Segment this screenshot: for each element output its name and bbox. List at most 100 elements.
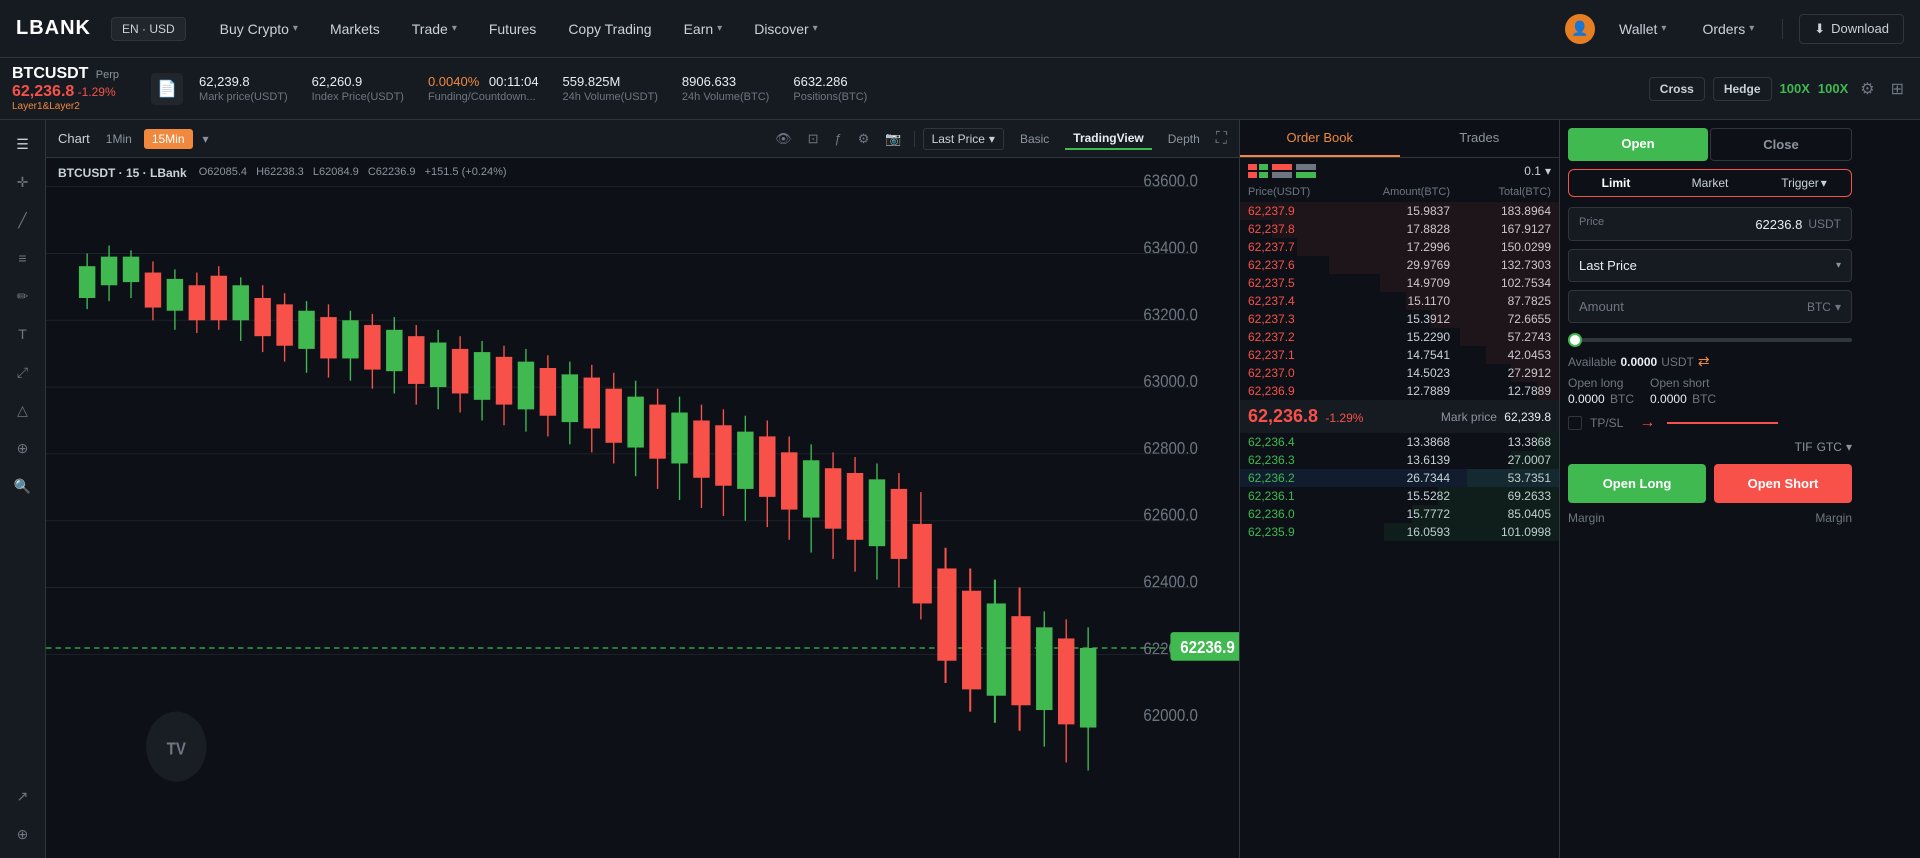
last-price-dropdown-field[interactable]: Last Price ▾ bbox=[1568, 249, 1852, 282]
expand-icon[interactable]: ⛶ bbox=[1216, 130, 1227, 148]
ob-precision-selector[interactable]: 0.1 ▾ bbox=[1524, 164, 1551, 178]
funding-label: Funding/Countdown... bbox=[428, 91, 539, 103]
svg-text:63000.0: 63000.0 bbox=[1143, 372, 1198, 391]
nav-buy-crypto[interactable]: Buy Crypto ▾ bbox=[206, 13, 312, 45]
open-positions-info: Open long 0.0000 BTC Open short 0.0000 B… bbox=[1568, 376, 1852, 406]
nav-discover[interactable]: Discover ▾ bbox=[740, 13, 832, 45]
tf-15min[interactable]: 15Min bbox=[144, 129, 193, 149]
order-tab-trigger[interactable]: Trigger ▾ bbox=[1757, 170, 1851, 196]
ob-sell-row[interactable]: 62,237.4 15.1170 87.7825 bbox=[1240, 292, 1559, 310]
text-icon[interactable]: T bbox=[7, 318, 39, 350]
order-tab-market[interactable]: Market bbox=[1663, 170, 1757, 196]
docs-icon[interactable]: 📄 bbox=[151, 73, 183, 105]
measure-icon[interactable]: ⤢ bbox=[7, 356, 39, 388]
last-price-dropdown[interactable]: Last Price ▾ bbox=[923, 128, 1004, 150]
download-button[interactable]: ⬇ Download bbox=[1799, 14, 1904, 44]
tab-close[interactable]: Close bbox=[1710, 128, 1852, 161]
nav-futures[interactable]: Futures bbox=[475, 13, 550, 45]
nav-markets[interactable]: Markets bbox=[316, 13, 394, 45]
amount-unit-selector[interactable]: BTC ▾ bbox=[1807, 300, 1841, 314]
eye-icon[interactable]: 👁 bbox=[771, 129, 796, 149]
compare-icon[interactable]: ⊡ bbox=[804, 129, 823, 149]
ob-sell-row[interactable]: 62,237.7 17.2996 150.0299 bbox=[1240, 238, 1559, 256]
ob-sell-row[interactable]: 62,237.5 14.9709 102.7534 bbox=[1240, 274, 1559, 292]
nav-earn[interactable]: Earn ▾ bbox=[670, 13, 737, 45]
tab-trades[interactable]: Trades bbox=[1400, 120, 1560, 157]
settings-icon[interactable]: ⚙ bbox=[854, 129, 874, 149]
shapes-icon[interactable]: △ bbox=[7, 394, 39, 426]
ob-both-icon[interactable] bbox=[1248, 164, 1268, 178]
amount-field[interactable]: Amount BTC ▾ bbox=[1568, 290, 1852, 323]
header-right: 👤 Wallet ▾ Orders ▾ ⬇ Download bbox=[1565, 14, 1904, 44]
settings-icon[interactable]: ⚙ bbox=[1856, 75, 1878, 103]
leverage-1-button[interactable]: 100X bbox=[1780, 81, 1810, 96]
ob-sell-row[interactable]: 62,237.6 29.9769 132.7303 bbox=[1240, 256, 1559, 274]
tab-orderbook[interactable]: Order Book bbox=[1240, 120, 1400, 157]
chart-content: BTCUSDT · 15 · LBank O62085.4 H62238.3 L… bbox=[46, 158, 1239, 858]
svg-text:63400.0: 63400.0 bbox=[1143, 238, 1198, 257]
tab-open[interactable]: Open bbox=[1568, 128, 1708, 161]
cross-button[interactable]: Cross bbox=[1649, 77, 1705, 101]
price-unit: USDT bbox=[1808, 217, 1841, 231]
indicators-icon[interactable]: ↗ bbox=[7, 780, 39, 812]
ob-sell-row[interactable]: 62,237.0 14.5023 27.2912 bbox=[1240, 364, 1559, 382]
pencil-icon[interactable]: ✏ bbox=[7, 280, 39, 312]
ob-sell-row[interactable]: 62,237.8 17.8828 167.9127 bbox=[1240, 220, 1559, 238]
tpsl-label: TP/SL bbox=[1590, 416, 1623, 430]
view-basic-btn[interactable]: Basic bbox=[1012, 129, 1057, 149]
open-long-button[interactable]: Open Long bbox=[1568, 464, 1706, 503]
price-value: 62236.8 bbox=[1755, 217, 1802, 232]
ob-buy-row[interactable]: 62,236.4 13.3868 13.3868 bbox=[1240, 433, 1559, 451]
ob-buy-row[interactable]: 62,236.2 26.7344 53.7351 bbox=[1240, 469, 1559, 487]
layout-icon[interactable]: ⊞ bbox=[1887, 75, 1908, 103]
available-balance: Available 0.0000 USDT ⇄ bbox=[1568, 353, 1852, 370]
tf-1min[interactable]: 1Min bbox=[98, 129, 140, 149]
positions-label: Positions(BTC) bbox=[793, 91, 867, 103]
logo: LBANK bbox=[16, 17, 91, 40]
vol-btc-value: 8906.633 bbox=[682, 74, 769, 89]
price-field[interactable]: Price 62236.8 USDT bbox=[1568, 207, 1852, 241]
chart-header: Chart 1Min 15Min ▾ 👁 ⊡ ƒ ⚙ 📷 Last Price … bbox=[46, 120, 1239, 158]
view-tradingview-btn[interactable]: TradingView bbox=[1065, 128, 1151, 150]
ob-sell-row[interactable]: 62,237.9 15.9837 183.8964 bbox=[1240, 202, 1559, 220]
orders-button[interactable]: Orders ▾ bbox=[1690, 15, 1766, 43]
camera-icon[interactable]: 📷 bbox=[881, 129, 905, 149]
amount-slider[interactable] bbox=[1568, 338, 1852, 342]
nav-trade[interactable]: Trade ▾ bbox=[398, 13, 471, 45]
chevron-down-icon[interactable]: ▾ bbox=[1846, 440, 1852, 454]
zoom-out-icon[interactable]: ⊕ bbox=[7, 818, 39, 850]
ob-sell-row[interactable]: 62,237.2 15.2290 57.2743 bbox=[1240, 328, 1559, 346]
ob-sell-icon[interactable] bbox=[1272, 164, 1292, 178]
tf-more-dropdown[interactable]: ▾ bbox=[197, 129, 215, 149]
user-avatar-btn[interactable]: 👤 bbox=[1565, 14, 1595, 44]
wallet-button[interactable]: Wallet ▾ bbox=[1607, 15, 1678, 43]
zoom-in-icon[interactable]: 🔍 bbox=[7, 470, 39, 502]
vol-btc-label: 24h Volume(BTC) bbox=[682, 91, 769, 103]
ob-sell-rows: 62,237.9 15.9837 183.8964 62,237.8 17.88… bbox=[1240, 202, 1559, 858]
menu-icon[interactable]: ☰ bbox=[7, 128, 39, 160]
open-short-button[interactable]: Open Short bbox=[1714, 464, 1852, 503]
ob-sell-row[interactable]: 62,236.9 12.7889 12.7889 bbox=[1240, 382, 1559, 400]
leverage-2-button[interactable]: 100X bbox=[1818, 81, 1848, 96]
ob-buy-row[interactable]: 62,236.0 15.7772 85.0405 bbox=[1240, 505, 1559, 523]
tpsl-checkbox[interactable] bbox=[1568, 416, 1582, 430]
nav-copy-trading[interactable]: Copy Trading bbox=[554, 13, 665, 45]
order-tab-limit[interactable]: Limit bbox=[1569, 170, 1663, 196]
ticker-type: Perp bbox=[96, 69, 119, 81]
price-field-group: Price 62236.8 USDT bbox=[1568, 207, 1852, 241]
horizontal-line-icon[interactable]: ≡ bbox=[7, 242, 39, 274]
ob-sell-row[interactable]: 62,237.1 14.7541 42.0453 bbox=[1240, 346, 1559, 364]
patterns-icon[interactable]: ⊕ bbox=[7, 432, 39, 464]
ob-sell-row[interactable]: 62,237.3 15.3912 72.6655 bbox=[1240, 310, 1559, 328]
ob-buy-row[interactable]: 62,235.9 16.0593 101.0998 bbox=[1240, 523, 1559, 541]
language-selector[interactable]: EN · USD bbox=[111, 17, 186, 41]
view-depth-btn[interactable]: Depth bbox=[1160, 129, 1208, 149]
hedge-button[interactable]: Hedge bbox=[1713, 77, 1772, 101]
formula-icon[interactable]: ƒ bbox=[830, 129, 845, 148]
ob-buy-row[interactable]: 62,236.1 15.5282 69.2633 bbox=[1240, 487, 1559, 505]
crosshair-icon[interactable]: ✛ bbox=[7, 166, 39, 198]
ob-buy-row[interactable]: 62,236.3 13.6139 27.0007 bbox=[1240, 451, 1559, 469]
ob-buy-icon[interactable] bbox=[1296, 164, 1316, 178]
transfer-icon[interactable]: ⇄ bbox=[1698, 353, 1710, 370]
trend-line-icon[interactable]: ╱ bbox=[7, 204, 39, 236]
